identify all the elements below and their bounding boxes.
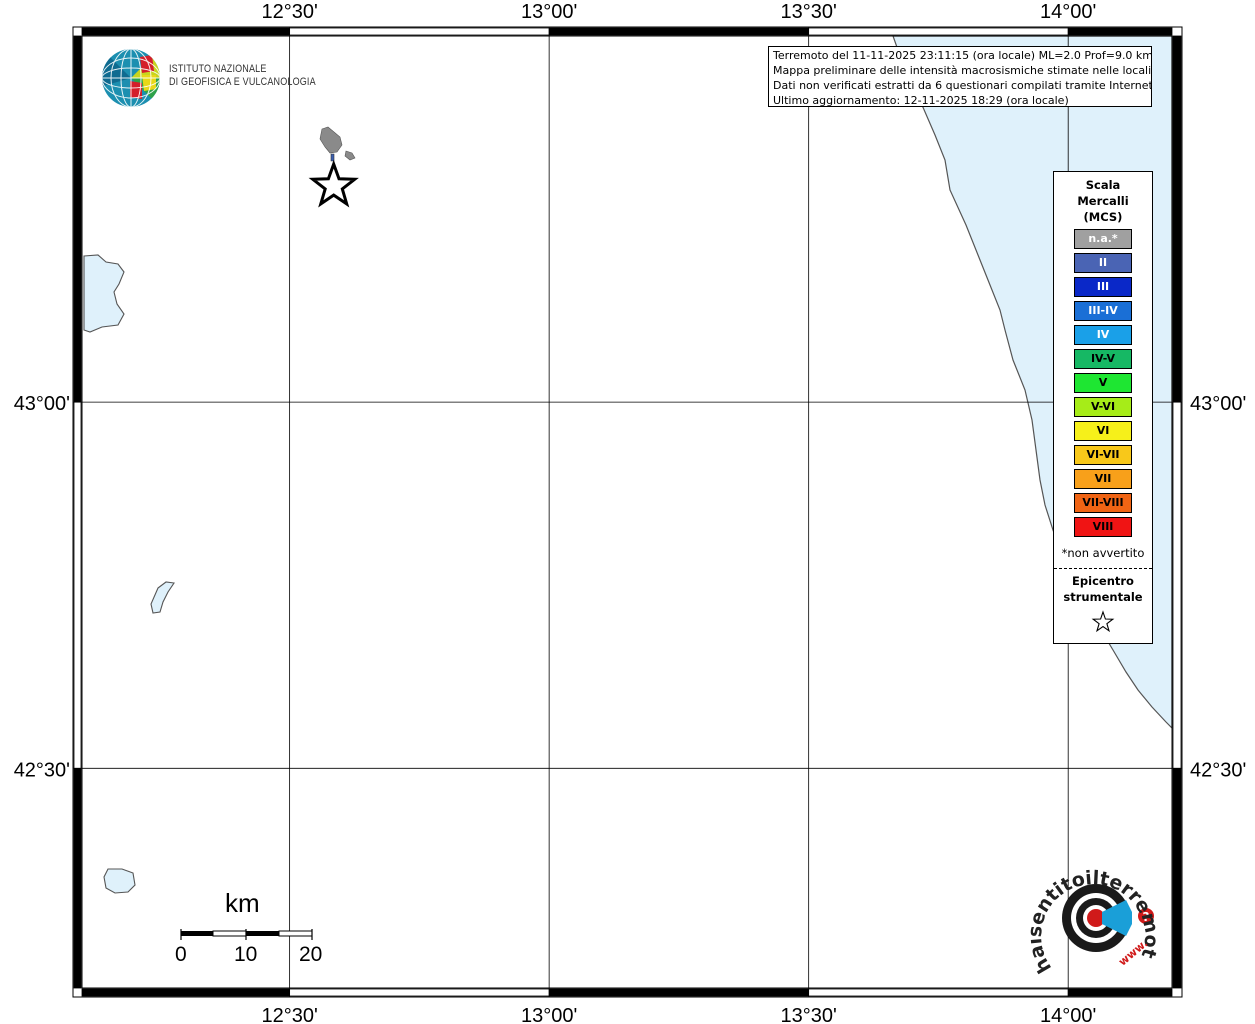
legend-item: V-VI: [1074, 397, 1132, 417]
legend-title-line-2: Mercalli: [1077, 194, 1129, 208]
lat-tick-label: 42°30': [14, 759, 70, 781]
legend-item: VII: [1074, 469, 1132, 489]
legend-divider: [1054, 568, 1152, 569]
info-line-4: Ultimo aggiornamento: 12-11-2025 18:29 (…: [773, 94, 1069, 107]
scale-unit: km: [225, 888, 260, 918]
frame-bar-left: [73, 767, 82, 989]
legend-item: n.a.*: [1074, 229, 1132, 249]
lon-tick-label: 13°00': [521, 1005, 577, 1024]
legend-title-line-1: Scala: [1085, 178, 1121, 192]
locality-area-small: [344, 150, 356, 161]
logo-text: ISTITUTO NAZIONALE DI GEOFISICA E VULCAN…: [169, 63, 316, 89]
frame-bar-top: [808, 27, 1069, 36]
frame-bar-left: [73, 35, 82, 403]
lake-piediluco: [150, 581, 175, 614]
frame-bar-bottom: [1067, 988, 1173, 997]
logo-line-2: DI GEOFISICA E VULCANOLOGIA: [169, 76, 316, 88]
legend-items: n.a.* II III III-IV IV IV-V V V-VI VI VI-VII VII VI…: [1074, 229, 1132, 541]
locality-area-blue: [330, 153, 335, 162]
frame-bar-bottom: [548, 988, 810, 997]
legend-epicenter-line-1: Epicentro: [1072, 574, 1134, 588]
legend-note: *non avvertito: [1061, 546, 1145, 560]
legend-item: IV: [1074, 325, 1132, 345]
legend-item: VI: [1074, 421, 1132, 441]
info-line-1: Terremoto del 11-11-2025 23:11:15 (ora l…: [773, 49, 1152, 62]
lat-tick-label: 43°00': [14, 393, 70, 415]
scale-tick-20: 20: [299, 943, 323, 966]
mcs-legend: Scala Mercalli (MCS) n.a.* II III III-IV IV I…: [1053, 171, 1153, 644]
lon-tick-label: 13°30': [781, 1005, 837, 1024]
locality-area: [319, 126, 343, 154]
epicenter-star: [308, 159, 359, 208]
frame-bar-top: [548, 27, 810, 36]
frame-bar-bottom: [808, 988, 1069, 997]
legend-epicenter-label: Epicentro strumentale: [1054, 573, 1152, 605]
legend-item: III: [1074, 277, 1132, 297]
legend-item: V: [1074, 373, 1132, 393]
lake-bracciano: [103, 868, 136, 894]
frame-bar-top: [1067, 27, 1173, 36]
frame-bar-left: [73, 401, 82, 769]
legend-title: Scala Mercalli (MCS): [1054, 177, 1152, 225]
frame-bar-top: [289, 27, 550, 36]
lon-tick-label: 12°30': [261, 1005, 317, 1024]
frame-bar-right: [1172, 767, 1182, 989]
logo-line-1: ISTITUTO NAZIONALE: [169, 63, 267, 75]
lon-tick-label: 14°00': [1040, 1, 1096, 23]
scale-bar: km 0 10 20: [172, 888, 342, 968]
frame-bar-right: [1172, 35, 1182, 403]
haisentito-icon: ? haisentitoilterremoto.it www.: [1023, 845, 1162, 977]
scale-tick-0: 0: [175, 943, 187, 966]
legend-item: VIII: [1074, 517, 1132, 537]
lat-tick-label: 42°30': [1190, 759, 1246, 781]
legend-star-icon: [1091, 610, 1115, 633]
globe-icon: [102, 49, 160, 107]
epicenter-star-icon: [308, 159, 359, 208]
lon-tick-label: 12°30': [261, 1, 317, 23]
info-line-3: Dati non verificati estratti da 6 questi…: [773, 79, 1152, 92]
frame-bar-right: [1172, 401, 1182, 769]
frame-bar-top: [81, 27, 291, 36]
ingv-logo: ISTITUTO NAZIONALE DI GEOFISICA E VULCAN…: [100, 47, 320, 111]
lat-tick-label: 43°00': [1190, 393, 1246, 415]
lon-tick-label: 13°00': [521, 1, 577, 23]
lon-tick-label: 14°00': [1040, 1005, 1096, 1024]
legend-item: IV-V: [1074, 349, 1132, 369]
scale-bar-graphic: [180, 929, 313, 940]
haisentito-logo: ? haisentitoilterremoto.it www.: [1023, 845, 1162, 980]
lake-trasimeno: [83, 254, 125, 333]
legend-item: VI-VII: [1074, 445, 1132, 465]
lon-tick-label: 13°30': [781, 1, 837, 23]
legend-item: II: [1074, 253, 1132, 273]
legend-item: VII-VIII: [1074, 493, 1132, 513]
legend-epicenter-line-2: strumentale: [1063, 590, 1143, 604]
legend-item: III-IV: [1074, 301, 1132, 321]
scale-tick-10: 10: [234, 943, 258, 966]
frame-bar-bottom: [289, 988, 550, 997]
legend-title-line-3: (MCS): [1083, 210, 1123, 224]
frame-bar-bottom: [81, 988, 291, 997]
info-line-2: Mappa preliminare delle intensità macros…: [773, 64, 1152, 77]
event-info-box: Terremoto del 11-11-2025 23:11:15 (ora l…: [768, 46, 1152, 107]
